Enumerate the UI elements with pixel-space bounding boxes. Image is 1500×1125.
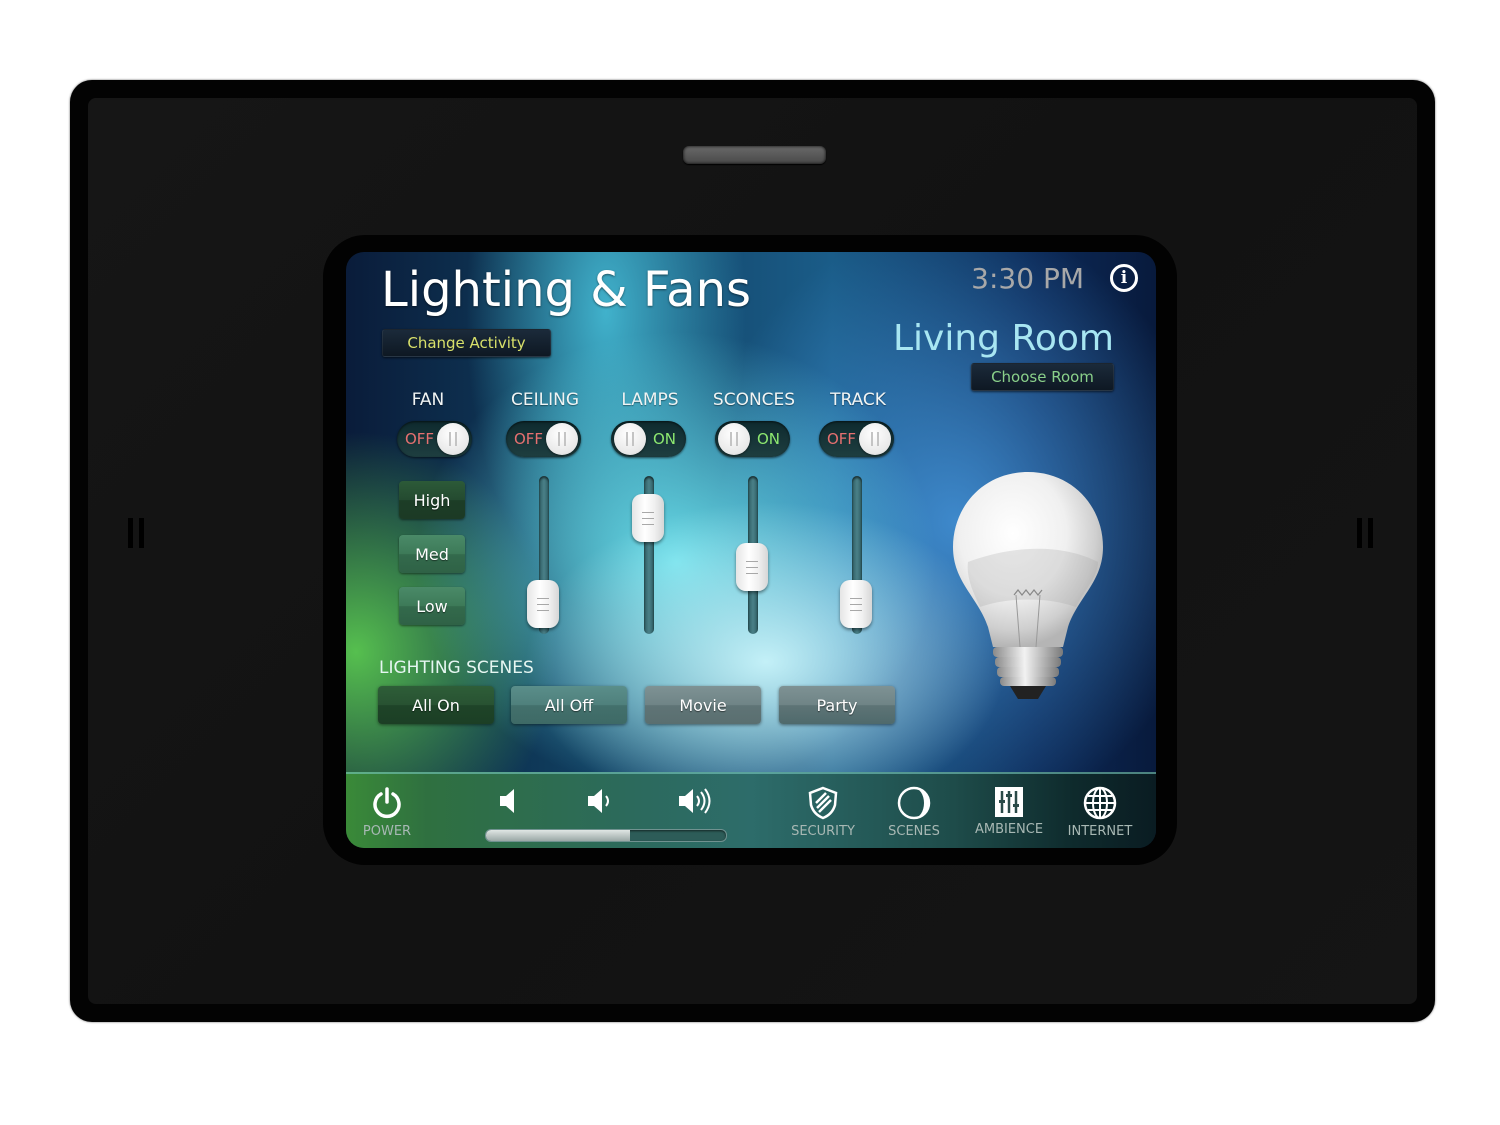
toggle-state-label: ON <box>756 430 780 448</box>
equalizer-icon <box>995 787 1023 817</box>
toggle-knob <box>859 423 891 455</box>
toggle-state-label: OFF <box>827 430 857 448</box>
fan-speed-low-button[interactable]: Low <box>399 587 465 625</box>
power-button[interactable]: POWER <box>362 786 412 839</box>
ceiling-toggle[interactable]: OFF <box>506 421 581 457</box>
slider-thumb[interactable] <box>527 579 559 628</box>
lamps-dimmer-slider[interactable] <box>629 476 669 636</box>
nav-internet-label: INTERNET <box>1067 824 1133 839</box>
bottom-nav-bar: POWER SECURITY SCENES AMBIENCE INTERNET <box>346 772 1156 848</box>
volume-slider[interactable] <box>485 829 727 842</box>
toggle-knob <box>546 423 578 455</box>
nav-ambience-button[interactable]: AMBIENCE <box>972 786 1046 837</box>
device-label-lamps: LAMPS <box>621 390 679 410</box>
nav-scenes-button[interactable]: SCENES <box>884 786 944 839</box>
room-name: Living Room <box>893 318 1114 359</box>
choose-room-button[interactable]: Choose Room <box>971 363 1114 391</box>
power-icon <box>373 787 401 819</box>
clock-time: 3:30 PM <box>971 262 1084 295</box>
scene-all-off-button[interactable]: All Off <box>511 686 627 724</box>
slider-thumb[interactable] <box>736 543 768 592</box>
volume-mute-icon[interactable] <box>496 786 522 816</box>
left-side-mark <box>128 518 144 548</box>
toggle-state-label: OFF <box>514 430 544 448</box>
nav-scenes-label: SCENES <box>888 824 940 839</box>
toggle-state-label: OFF <box>405 430 435 448</box>
right-side-mark <box>1357 518 1373 548</box>
toggle-knob <box>614 423 646 455</box>
track-dimmer-slider[interactable] <box>837 476 877 636</box>
change-activity-button[interactable]: Change Activity <box>382 329 551 357</box>
light-bulb-icon <box>953 472 1103 699</box>
volume-high-icon[interactable] <box>677 786 717 816</box>
nav-ambience-label: AMBIENCE <box>974 822 1044 837</box>
shield-icon <box>808 786 838 820</box>
volume-slider-fill <box>486 830 630 841</box>
toggle-knob <box>718 423 750 455</box>
touch-screen: Lighting & Fans Change Activity 3:30 PM … <box>346 252 1156 848</box>
scene-movie-button[interactable]: Movie <box>645 686 761 724</box>
fan-speed-high-button[interactable]: High <box>399 481 465 519</box>
scene-party-button[interactable]: Party <box>779 686 895 724</box>
slider-thumb[interactable] <box>632 494 664 543</box>
nav-security-label: SECURITY <box>791 824 855 839</box>
speaker-slot <box>683 146 826 164</box>
lamps-toggle[interactable]: ON <box>611 421 686 457</box>
lighting-scenes-heading: LIGHTING SCENES <box>379 658 534 678</box>
nav-internet-button[interactable]: INTERNET <box>1064 786 1136 839</box>
page-title: Lighting & Fans <box>381 262 752 318</box>
device-label-track: TRACK <box>830 390 886 410</box>
ceiling-dimmer-slider[interactable] <box>524 476 564 636</box>
device-label-fan: FAN <box>411 390 445 410</box>
globe-icon <box>1083 786 1117 820</box>
slider-thumb[interactable] <box>840 579 872 628</box>
sconces-toggle[interactable]: ON <box>715 421 790 457</box>
fan-speed-med-button[interactable]: Med <box>399 535 465 573</box>
fan-toggle[interactable]: OFF <box>397 421 472 457</box>
toggle-knob <box>437 423 469 455</box>
power-label: POWER <box>362 824 412 839</box>
sconces-dimmer-slider[interactable] <box>733 476 773 636</box>
moon-icon <box>897 786 931 820</box>
toggle-state-label: ON <box>652 430 676 448</box>
device-label-sconces: SCONCES <box>712 390 796 410</box>
device-label-ceiling: CEILING <box>511 390 579 410</box>
track-toggle[interactable]: OFF <box>819 421 894 457</box>
nav-security-button[interactable]: SECURITY <box>786 786 860 839</box>
volume-low-icon[interactable] <box>586 786 616 816</box>
scene-all-on-button[interactable]: All On <box>378 686 494 724</box>
info-icon[interactable]: i <box>1110 264 1138 292</box>
